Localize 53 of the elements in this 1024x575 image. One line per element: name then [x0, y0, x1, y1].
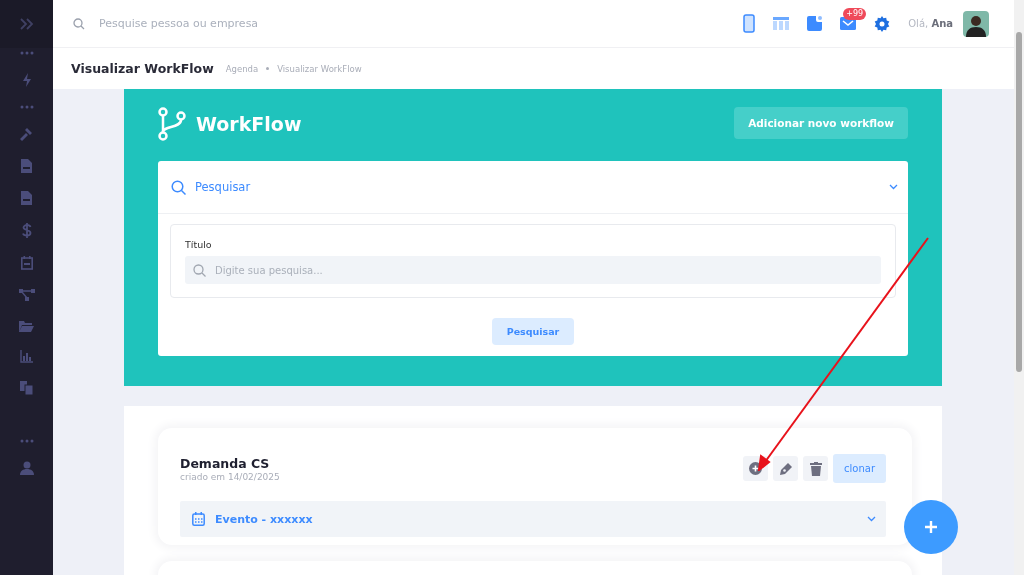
more-icon [19, 439, 34, 443]
copy-icon[interactable] [20, 381, 33, 395]
input-field[interactable]: Digite sua pesquisa... [185, 256, 881, 284]
pen-icon [778, 461, 793, 476]
search-panel-header[interactable]: Pesquisar [158, 161, 908, 214]
breadcrumb-link[interactable]: Visualizar WorkFlow [277, 63, 362, 74]
gavel-icon[interactable] [19, 127, 34, 141]
search-panel-title: Pesquisar [195, 180, 252, 194]
avatar[interactable] [963, 10, 989, 37]
table-icon[interactable] [773, 17, 790, 30]
calendar-icon[interactable] [20, 256, 33, 270]
dollar-icon[interactable] [21, 223, 32, 238]
created-date: criado em 14/02/2025 [180, 471, 280, 482]
clone-button[interactable]: clonar [833, 454, 886, 483]
field-label: Título [185, 239, 212, 250]
calendar-icon [192, 512, 205, 526]
search-button[interactable]: Pesquisar [491, 318, 575, 345]
breadcrumb-link[interactable]: Agenda [225, 63, 259, 74]
delete-button[interactable] [803, 456, 828, 481]
search-icon [73, 17, 85, 30]
search-icon [171, 179, 186, 195]
search-field[interactable]: Pesquise pessoa ou empresa [97, 16, 341, 31]
folder-icon[interactable] [19, 320, 34, 332]
expand-icon[interactable] [18, 18, 35, 30]
scrollbar[interactable] [1014, 0, 1024, 575]
bar-chart-icon[interactable] [20, 350, 33, 363]
user-icon[interactable] [19, 461, 34, 475]
bolt-icon[interactable] [21, 73, 32, 87]
search-icon [193, 264, 206, 277]
hierarchy-icon[interactable] [18, 288, 35, 302]
add-workflow-button[interactable]: Adicionar novo workflow [734, 107, 908, 139]
event-title: Evento - xxxxxx [215, 512, 314, 526]
branch-icon [158, 107, 186, 141]
edit-button[interactable] [773, 456, 798, 481]
trash-icon [809, 461, 822, 476]
workflow-name: Demanda CS [180, 455, 271, 471]
chevron-icon [867, 516, 876, 522]
more-icon [19, 105, 34, 109]
plus-icon [924, 520, 938, 534]
document-icon[interactable] [21, 159, 32, 173]
notification-badge: +99 [843, 8, 867, 20]
add-fab-button[interactable] [904, 500, 958, 554]
document-icon[interactable] [21, 191, 32, 205]
event-row[interactable]: Evento - xxxxxx [180, 501, 886, 537]
panel-title: WorkFlow [196, 113, 302, 135]
more-icon [19, 51, 34, 55]
chevron-icon[interactable] [889, 184, 898, 190]
breadcrumb-separator [266, 67, 270, 70]
greeting-text: Olá, Ana [908, 18, 953, 29]
page-title: Visualizar WorkFlow [71, 61, 214, 76]
settings-icon[interactable] [874, 15, 891, 32]
phone-icon[interactable] [743, 14, 756, 33]
note-icon[interactable] [807, 16, 823, 31]
